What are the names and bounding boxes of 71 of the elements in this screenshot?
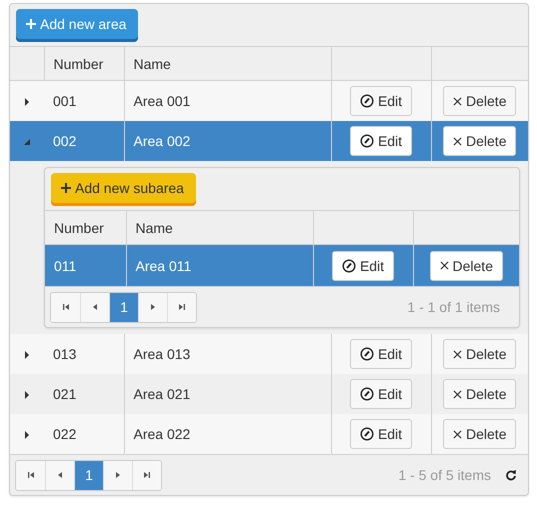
collapse-icon[interactable]	[24, 138, 30, 146]
delete-button[interactable]: Delete	[443, 419, 516, 449]
edit-icon	[360, 347, 374, 361]
plus-icon	[61, 182, 71, 192]
delete-button[interactable]: Delete	[430, 250, 503, 280]
edit-button[interactable]: Edit	[350, 419, 412, 449]
table-cell: 002	[53, 133, 76, 149]
edit-icon	[342, 258, 356, 272]
table-cell: 021	[53, 386, 76, 402]
previous-page-icon	[91, 303, 99, 311]
edit-icon	[360, 427, 374, 441]
close-icon	[453, 430, 462, 438]
previous-page-icon	[56, 471, 64, 479]
refresh-icon[interactable]	[505, 469, 517, 481]
column-header: Number	[54, 220, 104, 236]
close-icon	[453, 136, 462, 146]
table-row[interactable]: 002 Area 002 Edit Delete	[10, 121, 528, 161]
delete-button[interactable]: Delete	[443, 339, 516, 369]
first-page-icon	[62, 303, 70, 311]
first-page-icon	[26, 471, 34, 479]
close-icon	[453, 350, 462, 358]
table-cell: Area 011	[136, 258, 192, 274]
table-cell: Area 001	[134, 93, 190, 109]
column-header: Number	[54, 56, 104, 72]
table-cell: 001	[53, 93, 76, 109]
table-cell: 011	[54, 258, 76, 274]
close-icon	[453, 96, 462, 106]
edit-button[interactable]: Edit	[350, 126, 412, 156]
table-row[interactable]: 013 Area 013 Edit Delete	[10, 334, 528, 374]
pager-info: 1 - 1 of 1 items	[407, 299, 501, 315]
close-icon	[453, 390, 462, 398]
table-row[interactable]: 001 Area 001 Edit Delete	[10, 80, 528, 121]
table-cell: Area 002	[134, 133, 190, 149]
edit-button[interactable]: Edit	[350, 86, 412, 116]
table-row[interactable]: 011 Area 011 Edit Delete	[45, 244, 519, 286]
last-page-button[interactable]	[167, 292, 196, 322]
next-page-icon	[149, 303, 157, 311]
delete-button[interactable]: Delete	[443, 126, 516, 156]
edit-icon	[360, 134, 374, 148]
table-cell: Area 013	[134, 346, 190, 362]
table-row[interactable]: 021 Area 021 Edit Delete	[10, 374, 528, 414]
first-page-button[interactable]	[51, 292, 80, 322]
page-button[interactable]: 1	[74, 460, 103, 490]
column-header: Name	[136, 220, 173, 236]
pager-info: 1 - 5 of 5 items	[398, 467, 492, 483]
edit-icon	[360, 94, 374, 108]
expand-icon[interactable]	[24, 351, 30, 359]
edit-button[interactable]: Edit	[350, 339, 412, 369]
column-header: Name	[134, 56, 171, 72]
table-cell: Area 021	[134, 386, 190, 402]
last-page-button[interactable]	[132, 460, 161, 490]
edit-icon	[360, 387, 374, 401]
last-page-icon	[178, 303, 186, 311]
edit-button[interactable]: Edit	[350, 379, 412, 409]
expand-icon[interactable]	[24, 98, 30, 106]
table-cell: 013	[53, 346, 76, 362]
delete-button[interactable]: Delete	[443, 86, 516, 116]
table-row[interactable]: 022 Area 022 Edit Delete	[10, 414, 528, 454]
last-page-icon	[143, 471, 151, 479]
edit-button[interactable]: Edit	[332, 250, 394, 280]
page-button[interactable]: 1	[109, 292, 138, 322]
close-icon	[440, 261, 449, 270]
next-page-icon	[114, 471, 122, 479]
delete-button[interactable]: Delete	[443, 379, 516, 409]
table-cell: 022	[53, 426, 76, 442]
add-subarea-button[interactable]: Add new subarea	[51, 172, 196, 206]
plus-icon	[26, 18, 36, 28]
expand-icon[interactable]	[24, 431, 30, 439]
table-cell: Area 022	[134, 426, 190, 442]
first-page-button[interactable]	[16, 460, 45, 490]
expand-icon[interactable]	[24, 391, 30, 399]
